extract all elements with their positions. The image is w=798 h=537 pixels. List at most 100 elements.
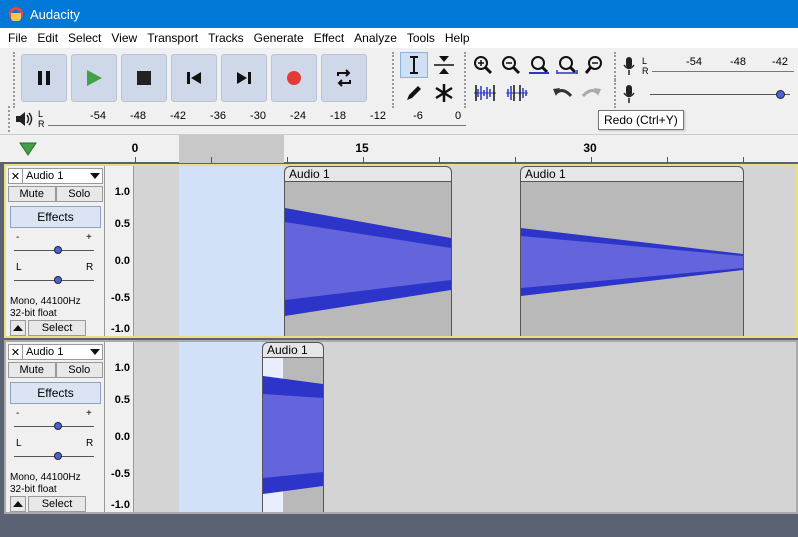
play-button[interactable] xyxy=(71,54,117,102)
redo-button[interactable] xyxy=(578,80,604,106)
chevron-down-icon xyxy=(90,349,100,355)
menu-edit[interactable]: Edit xyxy=(32,28,63,48)
zoom-toggle-icon xyxy=(585,56,602,74)
mute-button[interactable]: Mute xyxy=(8,186,56,202)
time-selection xyxy=(179,166,284,336)
amplitude-label: -0.5 xyxy=(111,468,130,480)
track-info: Mono, 44100Hz 32-bit float xyxy=(10,296,81,320)
playback-tick-label: -18 xyxy=(330,110,346,122)
effects-button[interactable]: Effects xyxy=(10,206,101,228)
slider-thumb[interactable] xyxy=(54,422,62,430)
menu-effect[interactable]: Effect xyxy=(309,28,349,48)
timeline-tick xyxy=(287,157,288,163)
menu-generate[interactable]: Generate xyxy=(249,28,309,48)
selection-tool[interactable] xyxy=(400,52,428,78)
audio-clip[interactable]: Audio 1 xyxy=(262,342,324,512)
waveform-area[interactable]: Audio 1 xyxy=(134,342,796,512)
timeline-selection xyxy=(179,135,284,163)
amplitude-label: 0.0 xyxy=(114,255,130,267)
skip-end-icon xyxy=(237,72,251,84)
gain-minus-label: - xyxy=(16,232,20,243)
record-tick-label: -42 xyxy=(772,56,788,68)
fit-project-button[interactable] xyxy=(554,52,580,78)
menu-select[interactable]: Select xyxy=(63,28,106,48)
recording-volume-slider[interactable] xyxy=(642,82,798,106)
menu-tools[interactable]: Tools xyxy=(402,28,440,48)
audacity-logo-icon xyxy=(8,6,24,22)
record-meter-scale[interactable]: -54 -48 -42 xyxy=(652,54,798,78)
audio-clip[interactable]: Audio 1 xyxy=(520,166,744,336)
collapse-track-button[interactable] xyxy=(10,320,26,336)
menu-view[interactable]: View xyxy=(106,28,142,48)
envelope-tool[interactable] xyxy=(430,52,458,78)
select-track-button[interactable]: Select xyxy=(28,320,86,336)
stop-button[interactable] xyxy=(121,54,167,102)
gain-slider[interactable] xyxy=(14,244,94,258)
collapse-track-button[interactable] xyxy=(10,496,26,512)
trim-audio-button[interactable] xyxy=(470,80,500,106)
slider-thumb[interactable] xyxy=(54,452,62,460)
redo-icon xyxy=(581,88,601,98)
menu-analyze[interactable]: Analyze xyxy=(349,28,402,48)
zoom-toggle-button[interactable] xyxy=(582,52,608,78)
recording-meter: L R -54 -48 -42 xyxy=(614,52,798,80)
solo-button[interactable]: Solo xyxy=(55,186,103,202)
timeline-tick xyxy=(515,157,516,163)
zoom-out-button[interactable] xyxy=(498,52,524,78)
record-button[interactable] xyxy=(271,54,317,102)
undo-button[interactable] xyxy=(550,80,576,106)
timeline-ruler[interactable]: 0 15 30 xyxy=(132,135,798,163)
track-control-panel: ✕ Audio 1 Mute Solo Effects - + L R Mono… xyxy=(6,342,105,512)
timeline-tick xyxy=(743,157,744,163)
playback-tick-label: -12 xyxy=(370,110,386,122)
empty-track-area[interactable] xyxy=(0,514,798,537)
pin-playhead-button[interactable] xyxy=(16,139,40,159)
skip-to-start-button[interactable] xyxy=(171,54,217,102)
pause-button[interactable] xyxy=(21,54,67,102)
waveform-area[interactable]: Audio 1 Audio 1 xyxy=(134,166,796,336)
playback-meter-scale[interactable]: -54 -48 -42 -36 -30 -24 -18 -12 -6 0 xyxy=(48,107,470,131)
zoom-in-button[interactable] xyxy=(470,52,496,78)
slider-thumb[interactable] xyxy=(775,90,785,99)
ibeam-icon xyxy=(410,56,418,74)
select-track-button[interactable]: Select xyxy=(28,496,86,512)
effects-button[interactable]: Effects xyxy=(10,382,101,404)
close-track-button[interactable]: ✕ xyxy=(9,169,23,183)
track-menu-button[interactable] xyxy=(88,173,102,179)
close-icon: ✕ xyxy=(10,346,21,359)
gain-slider[interactable] xyxy=(14,420,94,434)
skip-to-end-button[interactable] xyxy=(221,54,267,102)
zoom-in-icon xyxy=(474,56,493,75)
triangle-down-icon xyxy=(19,142,37,156)
track-name[interactable]: Audio 1 xyxy=(23,170,88,182)
pan-slider[interactable] xyxy=(14,450,94,464)
close-track-button[interactable]: ✕ xyxy=(9,345,23,359)
pan-slider[interactable] xyxy=(14,274,94,288)
track-menu-button[interactable] xyxy=(88,349,102,355)
playback-tick-label: -6 xyxy=(413,110,423,122)
gain-minus-label: - xyxy=(16,408,20,419)
microphone-icon xyxy=(623,57,635,75)
track-name[interactable]: Audio 1 xyxy=(23,346,88,358)
slider-thumb[interactable] xyxy=(54,276,62,284)
slider-thumb[interactable] xyxy=(54,246,62,254)
menu-help[interactable]: Help xyxy=(440,28,475,48)
timeline-tick xyxy=(667,157,668,163)
record-meter-button[interactable] xyxy=(616,54,642,78)
menu-file[interactable]: File xyxy=(3,28,32,48)
playback-meter-button[interactable] xyxy=(10,110,38,128)
solo-button[interactable]: Solo xyxy=(55,362,103,378)
draw-tool[interactable] xyxy=(400,80,428,106)
silence-audio-button[interactable] xyxy=(502,80,532,106)
mute-button[interactable]: Mute xyxy=(8,362,56,378)
loop-button[interactable] xyxy=(321,54,367,102)
playback-tick-label: -54 xyxy=(90,110,106,122)
audio-clip[interactable]: Audio 1 xyxy=(284,166,452,336)
menu-tracks[interactable]: Tracks xyxy=(203,28,249,48)
menu-transport[interactable]: Transport xyxy=(142,28,203,48)
stop-icon xyxy=(137,71,151,85)
multi-tool[interactable] xyxy=(430,80,458,106)
transport-toolbar xyxy=(13,52,367,108)
fit-selection-button[interactable] xyxy=(526,52,552,78)
edit-toolbar-spacer xyxy=(534,80,548,106)
